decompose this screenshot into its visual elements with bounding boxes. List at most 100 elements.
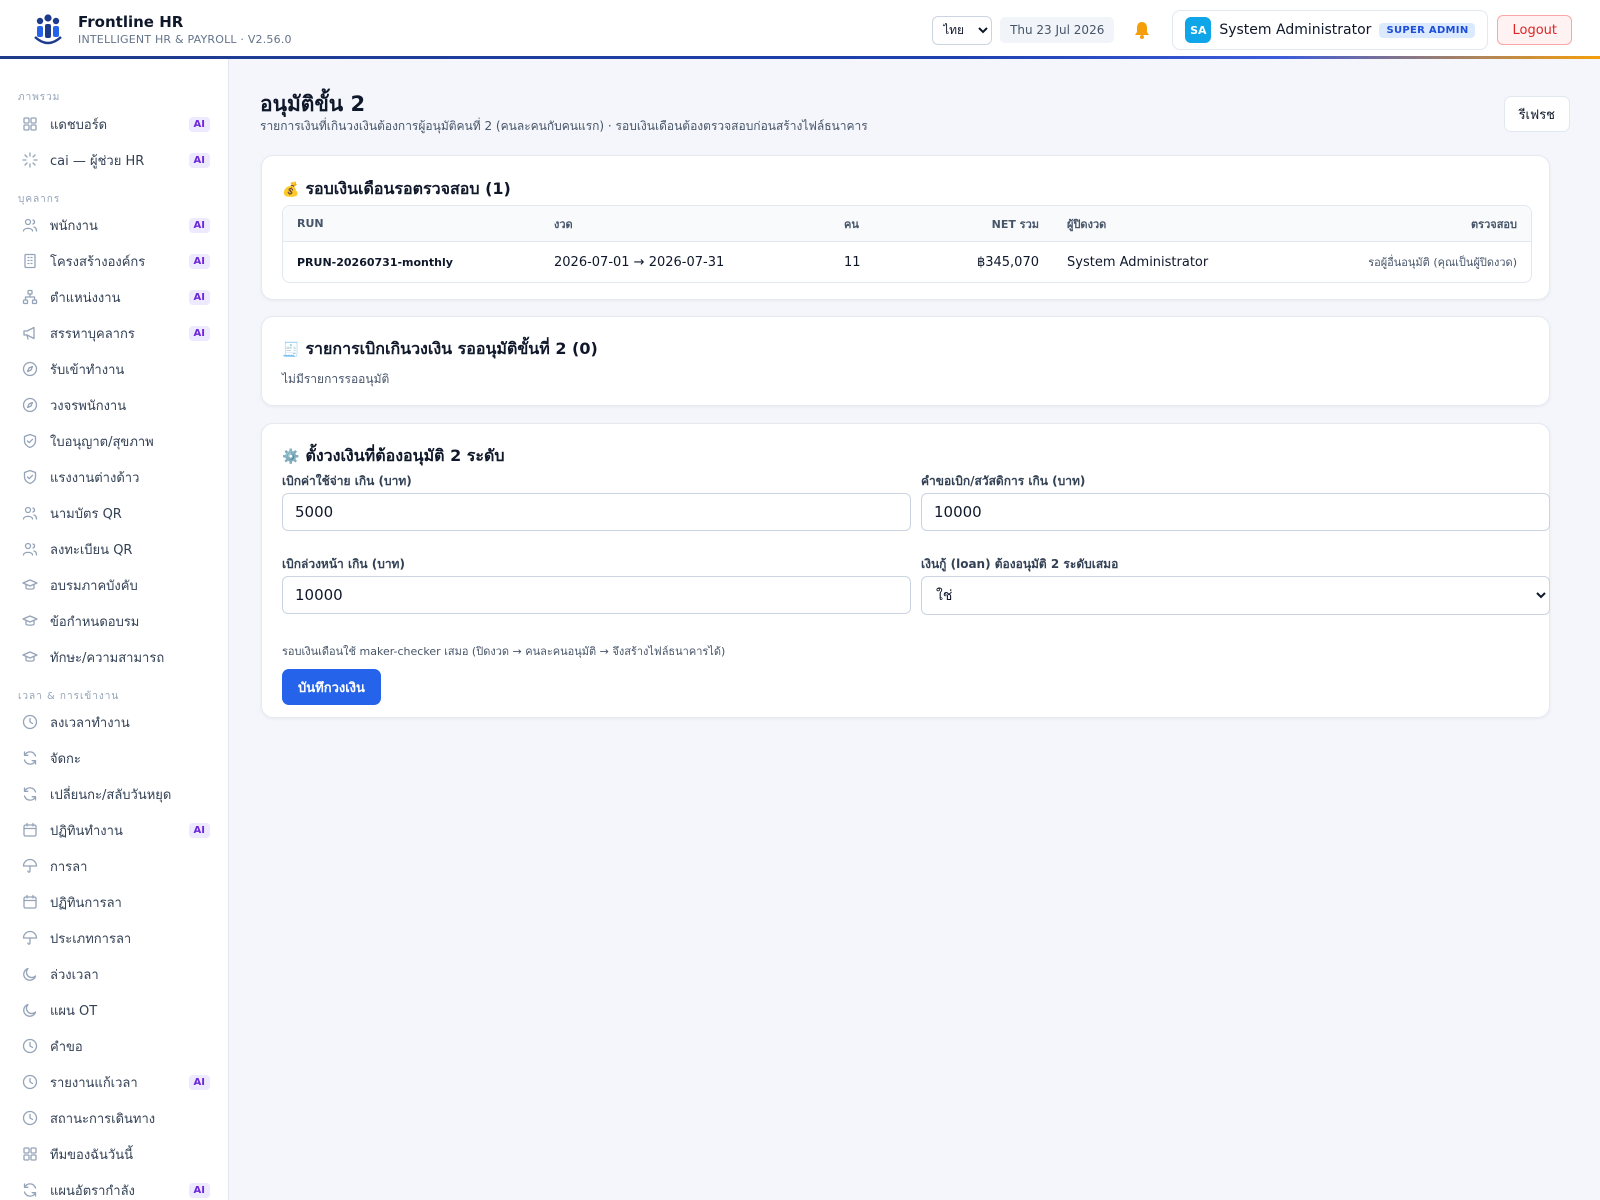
ai-badge: AI: [188, 289, 210, 305]
sidebar-item[interactable]: ลงเวลาทำงาน: [0, 704, 228, 740]
benefit-label: คำขอเบิก/สวัสดิการ เกิน (บาท): [921, 474, 1086, 488]
sidebar-section-title: เวลา & การเข้างาน: [18, 691, 120, 702]
logout-button[interactable]: Logout: [1497, 15, 1572, 45]
graduation-cap-icon: [22, 579, 38, 590]
sidebar-item[interactable]: สรรหาบุคลากร AI: [0, 315, 228, 351]
sidebar-item[interactable]: โครงสร้างองค์กร AI: [0, 243, 228, 279]
clock-icon: [22, 714, 38, 730]
sidebar-item[interactable]: จัดกะ: [0, 740, 228, 776]
sidebar-item[interactable]: สถานะการเดินทาง: [0, 1100, 228, 1136]
sidebar-item[interactable]: แผน OT: [0, 992, 228, 1028]
role-badge: SUPER ADMIN: [1379, 22, 1476, 38]
ai-badge: AI: [188, 1074, 210, 1090]
run-net: ฿345,070: [976, 254, 1039, 270]
sidebar-item-label: ลงเวลาทำงาน: [50, 715, 130, 731]
language-select[interactable]: ไทย: [932, 15, 993, 45]
ai-badge: AI: [188, 253, 210, 269]
sidebar-item-label: ปฏิทินทำงาน: [50, 823, 123, 839]
sidebar-item-label: พนักงาน: [50, 218, 98, 234]
sidebar-item[interactable]: ข้อกำหนดอบรม: [0, 603, 228, 639]
sidebar-section-title: บุคลากร: [18, 194, 61, 205]
run-status: รอผู้อื่นอนุมัติ (คุณเป็นผู้ปิดงวด): [1368, 256, 1517, 269]
receipt-icon: 🧾: [282, 341, 300, 358]
ai-badge: AI: [188, 116, 210, 132]
sidebar-item-label: แผน OT: [50, 1003, 98, 1019]
sidebar-item-label: โครงสร้างองค์กร: [50, 254, 146, 270]
app-name: Frontline HR: [78, 12, 184, 31]
compass-icon: [22, 361, 38, 377]
refresh-icon: [23, 751, 37, 765]
org-chart-icon: [22, 289, 38, 305]
sidebar-item[interactable]: คำขอ: [0, 1028, 228, 1064]
col-net: NET รวม: [991, 217, 1039, 231]
page-subtitle: รายการเงินที่เกินวงเงินต้องการผู้อนุมัติ…: [260, 119, 868, 133]
sidebar-item-label: แผนอัตรากำลัง: [50, 1183, 135, 1199]
sidebar-item-label: จัดกะ: [50, 751, 81, 767]
sidebar-item[interactable]: นามบัตร QR: [0, 495, 228, 531]
payroll-table: RUN งวด คน NET รวม ผู้ปิดงวด ตรวจสอบ PRU…: [282, 205, 1532, 283]
sidebar-item[interactable]: วงจรพนักงาน: [0, 387, 228, 423]
sidebar-item[interactable]: ลงทะเบียน QR: [0, 531, 228, 567]
table-header: RUN งวด คน NET รวม ผู้ปิดงวด ตรวจสอบ: [283, 206, 1531, 242]
sidebar-item[interactable]: ทักษะ/ความสามารถ: [0, 639, 228, 675]
umbrella-icon: [22, 858, 38, 873]
main-content: อนุมัติขั้น 2 รายการเงินที่เกินวงเงินต้อ…: [229, 59, 1600, 1200]
sidebar-item-label: ตำแหน่งงาน: [50, 290, 121, 306]
refresh-button[interactable]: รีเฟรช: [1503, 96, 1570, 132]
sidebar-item[interactable]: รายงานแก้เวลา AI: [0, 1064, 228, 1100]
money-bag-icon: 💰: [282, 181, 300, 198]
ai-badge: AI: [188, 822, 210, 838]
sidebar-item-label: แรงงานต่างด้าว: [50, 470, 140, 486]
refresh-icon: [23, 1183, 37, 1197]
col-period: งวด: [554, 217, 573, 231]
users-icon: [22, 542, 38, 556]
sidebar-section-title: ภาพรวม: [18, 92, 61, 103]
sidebar-item[interactable]: ใบอนุญาต/สุขภาพ: [0, 423, 228, 459]
sidebar-item[interactable]: การลา: [0, 848, 228, 884]
sidebar-item[interactable]: ปฏิทินทำงาน AI: [0, 812, 228, 848]
sidebar-item-label: ปฏิทินการลา: [50, 895, 122, 911]
brand[interactable]: Frontline HR INTELLIGENT HR & PAYROLL · …: [32, 13, 292, 47]
date-chip: Thu 23 Jul 2026: [1000, 17, 1115, 43]
run-count: 11: [844, 254, 861, 270]
benefit-threshold-input[interactable]: [921, 493, 1550, 531]
users-icon: [22, 506, 38, 520]
sidebar-item-label: สรรหาบุคลากร: [50, 326, 135, 342]
sidebar-item-label: ประเภทการลา: [50, 931, 132, 947]
sidebar-item-label: ข้อกำหนดอบรม: [50, 614, 140, 630]
sidebar-item[interactable]: เปลี่ยนกะ/สลับวันหยุด: [0, 776, 228, 812]
sidebar-item[interactable]: แผนอัตรากำลัง AI: [0, 1172, 228, 1200]
sidebar-item[interactable]: รับเข้าทำงาน: [0, 351, 228, 387]
sidebar-item[interactable]: พนักงาน AI: [0, 207, 228, 243]
calendar-icon: [23, 822, 37, 837]
expense-label: เบิกค่าใช้จ่าย เกิน (บาท): [282, 474, 412, 488]
settings-card-title-text: ตั้งวงเงินที่ต้องอนุมัติ 2 ระดับ: [305, 446, 505, 465]
col-run: RUN: [297, 217, 324, 230]
settings-card-title: ⚙️ ตั้งวงเงินที่ต้องอนุมัติ 2 ระดับ: [282, 444, 505, 469]
loan-two-level-select[interactable]: ใช่: [921, 576, 1550, 615]
sidebar-item[interactable]: ตำแหน่งงาน AI: [0, 279, 228, 315]
app-subtitle: INTELLIGENT HR & PAYROLL · V2.56.0: [78, 32, 292, 46]
bell-icon[interactable]: [1130, 18, 1154, 42]
sidebar-item[interactable]: แรงงานต่างด้าว: [0, 459, 228, 495]
sidebar-item[interactable]: ทีมของฉันวันนี้: [0, 1136, 228, 1172]
advance-threshold-input[interactable]: [282, 576, 911, 614]
sidebar-item[interactable]: ปฏิทินการลา: [0, 884, 228, 920]
sidebar-item[interactable]: ประเภทการลา: [0, 920, 228, 956]
payroll-card-title: 💰 รอบเงินเดือนรอตรวจสอบ (1): [282, 177, 511, 202]
save-threshold-button[interactable]: บันทึกวงเงิน: [282, 669, 381, 705]
sidebar-item[interactable]: แดชบอร์ด AI: [0, 106, 228, 142]
expense-threshold-input[interactable]: [282, 493, 911, 531]
sidebar-item[interactable]: cai — ผู้ช่วย HR AI: [0, 142, 228, 178]
sidebar-item[interactable]: ล่วงเวลา: [0, 956, 228, 992]
sidebar-item[interactable]: อบรมภาคบังคับ: [0, 567, 228, 603]
ai-badge: AI: [188, 325, 210, 341]
shield-check-icon: [23, 433, 37, 449]
user-name: System Administrator: [1219, 22, 1372, 38]
ai-badge: AI: [188, 217, 210, 233]
table-row[interactable]: PRUN-20260731-monthly 2026-07-01 → 2026-…: [283, 242, 1531, 282]
grid-icon: [23, 117, 37, 131]
sidebar-item-label: ลงทะเบียน QR: [50, 542, 133, 558]
claims-card: 🧾 รายการเบิกเกินวงเงิน รออนุมัติขั้นที่ …: [261, 316, 1550, 406]
user-menu[interactable]: SA System Administrator SUPER ADMIN: [1172, 10, 1489, 50]
